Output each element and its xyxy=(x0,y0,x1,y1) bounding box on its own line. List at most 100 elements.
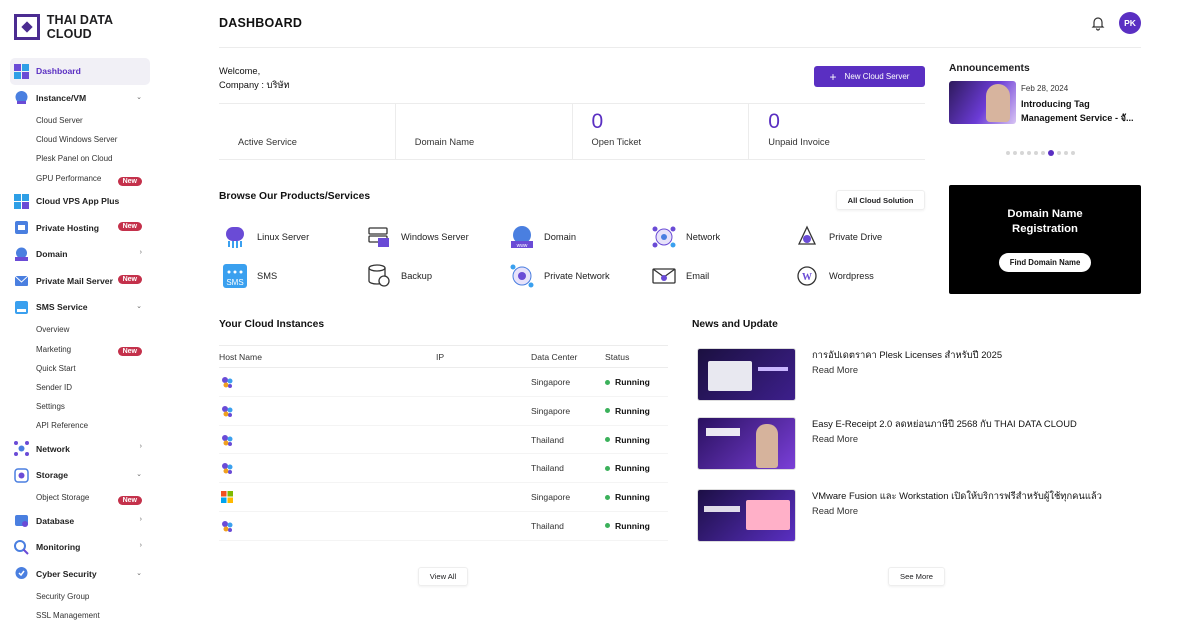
new-cloud-server-button[interactable]: + New Cloud Server xyxy=(814,66,925,87)
table-row[interactable]: Thailand Running xyxy=(219,426,668,455)
carousel-dot[interactable] xyxy=(1013,151,1017,155)
sidebar-subitem-gpu-performance[interactable]: GPU Performance New xyxy=(10,169,150,188)
product-backup[interactable]: Backup xyxy=(366,263,432,289)
read-more-link[interactable]: Read More xyxy=(812,506,858,516)
status-dot-icon xyxy=(605,494,610,500)
svg-text:SMS: SMS xyxy=(226,278,243,287)
sidebar-subitem-label: Object Storage xyxy=(36,493,90,503)
sms-icon: SMS xyxy=(222,263,248,289)
product-domain[interactable]: www Domain xyxy=(509,224,576,250)
sidebar-item-instance-vm[interactable]: Instance/VM ⌄ xyxy=(10,85,150,112)
view-all-button[interactable]: View All xyxy=(418,567,468,586)
sidebar-item-dashboard[interactable]: Dashboard xyxy=(10,58,150,85)
news-item[interactable]: Easy E-Receipt 2.0 ลดหย่อนภาษีปี 2568 กั… xyxy=(697,417,1147,474)
logo-mark-icon xyxy=(14,14,40,40)
table-row[interactable]: Singapore Running xyxy=(219,368,668,397)
find-domain-name-button[interactable]: Find Domain Name xyxy=(999,253,1091,272)
sidebar-item-monitoring[interactable]: Monitoring › xyxy=(10,534,150,561)
sidebar-item-storage[interactable]: Storage ⌄ xyxy=(10,462,150,489)
carousel-dot[interactable] xyxy=(1071,151,1075,155)
sidebar-subitem-quick-start[interactable]: Quick Start xyxy=(10,359,150,378)
sidebar-item-private-mail-server[interactable]: Private Mail Server New xyxy=(10,267,150,294)
see-more-button[interactable]: See More xyxy=(888,567,945,586)
brand-name: THAI DATA CLOUD xyxy=(46,13,113,41)
announcement-title[interactable]: Introducing Tag Management Service - จั.… xyxy=(1021,97,1143,125)
product-email[interactable]: Email xyxy=(651,263,709,289)
stats-panel: Active Service Domain Name 0 Open Ticket… xyxy=(219,103,925,160)
sidebar-subitem-api-reference[interactable]: API Reference xyxy=(10,416,150,435)
stat-unpaid-invoice[interactable]: 0 Unpaid Invoice xyxy=(749,104,925,159)
table-row[interactable]: Thailand Running xyxy=(219,454,668,484)
product-private-drive[interactable]: Private Drive xyxy=(794,224,882,250)
read-more-link[interactable]: Read More xyxy=(812,434,858,444)
sidebar-item-cyber-security[interactable]: Cyber Security ⌄ xyxy=(10,561,150,588)
sidebar-subitem-plesk-panel[interactable]: Plesk Panel on Cloud xyxy=(10,149,150,168)
sidebar-subitem-cloud-windows-server[interactable]: Cloud Windows Server xyxy=(10,130,150,149)
new-cloud-server-label: New Cloud Server xyxy=(844,72,910,81)
sidebar-item-label: Private Hosting xyxy=(36,222,100,233)
product-linux-server[interactable]: Linux Server xyxy=(222,224,309,250)
sidebar-subitem-settings[interactable]: Settings xyxy=(10,397,150,416)
sidebar-item-database[interactable]: Database › xyxy=(10,508,150,535)
carousel-dot[interactable] xyxy=(1048,150,1054,156)
product-sms[interactable]: SMS SMS xyxy=(222,263,277,289)
sidebar-subitem-security-group[interactable]: Security Group xyxy=(10,587,150,606)
vps-app-icon xyxy=(14,193,29,209)
status-label: Running xyxy=(615,434,650,445)
read-more-link[interactable]: Read More xyxy=(812,365,858,375)
new-badge: New xyxy=(117,176,142,186)
announcement-date: Feb 28, 2024 xyxy=(1021,84,1069,93)
sidebar-subitem-object-storage[interactable]: Object Storage New xyxy=(10,488,150,507)
product-private-network[interactable]: Private Network xyxy=(509,263,610,289)
avatar[interactable]: PK xyxy=(1119,12,1141,34)
carousel-dot[interactable] xyxy=(1034,151,1038,155)
news-item[interactable]: การอัปเดตราคา Plesk Licenses สำหรับปี 20… xyxy=(697,348,1147,405)
cyber-security-icon xyxy=(14,566,29,581)
carousel-dot[interactable] xyxy=(1020,151,1024,155)
news-item-title: Easy E-Receipt 2.0 ลดหย่อนภาษีปี 2568 กั… xyxy=(812,418,1077,429)
sidebar-subitem-marketing[interactable]: Marketing New xyxy=(10,339,150,358)
sidebar-subitem-sender-id[interactable]: Sender ID xyxy=(10,378,150,397)
sidebar-subitem-cloud-server[interactable]: Cloud Server xyxy=(10,111,150,130)
carousel-dots[interactable] xyxy=(1006,150,1075,156)
status-label: Running xyxy=(615,520,650,531)
table-row[interactable]: Thailand Running xyxy=(219,512,668,541)
instances-table: Host Name IP Data Center Status Singapor… xyxy=(219,345,668,541)
stat-open-ticket[interactable]: 0 Open Ticket xyxy=(573,104,750,159)
sidebar-item-network[interactable]: Network › xyxy=(10,435,150,462)
table-row[interactable]: Singapore Running xyxy=(219,483,668,512)
carousel-dot[interactable] xyxy=(1057,151,1061,155)
status-dot-icon xyxy=(605,523,610,529)
bell-icon[interactable] xyxy=(1090,15,1106,31)
domain-registration-card: Domain Name Registration Find Domain Nam… xyxy=(949,185,1141,294)
status-label: Running xyxy=(615,377,650,387)
sidebar-item-domain[interactable]: Domain › xyxy=(10,241,150,268)
sidebar-item-cloud-vps-app-plus[interactable]: Cloud VPS App Plus xyxy=(10,188,150,215)
news-item[interactable]: VMware Fusion และ Workstation เปิดให้บริ… xyxy=(697,489,1147,546)
welcome-greeting: Welcome, xyxy=(219,66,261,76)
linux-os-icon xyxy=(221,434,233,446)
carousel-dot[interactable] xyxy=(1027,151,1031,155)
sidebar-subitem-overview[interactable]: Overview xyxy=(10,320,150,339)
carousel-dot[interactable] xyxy=(1006,151,1010,155)
product-network[interactable]: Network xyxy=(651,224,720,250)
stat-active-service[interactable]: Active Service xyxy=(219,104,396,159)
announcement-image[interactable] xyxy=(949,81,1016,124)
sidebar-item-private-hosting[interactable]: Private Hosting New xyxy=(10,214,150,241)
database-icon xyxy=(14,513,29,528)
status-cell: Running xyxy=(605,463,650,473)
windows-server-icon xyxy=(366,224,392,250)
stat-domain-name[interactable]: Domain Name xyxy=(396,104,573,159)
carousel-dot[interactable] xyxy=(1041,151,1045,155)
product-wordpress[interactable]: W Wordpress xyxy=(794,263,874,289)
sidebar-item-sms-service[interactable]: SMS Service ⌄ xyxy=(10,294,150,321)
brand-logo[interactable]: THAI DATA CLOUD xyxy=(14,13,160,41)
linux-server-icon xyxy=(222,224,248,250)
instance-icon xyxy=(14,90,29,105)
sidebar-subitem-ssl-management[interactable]: SSL Management xyxy=(10,606,150,622)
table-row[interactable]: Singapore Running xyxy=(219,397,668,426)
product-windows-server[interactable]: Windows Server xyxy=(366,224,469,250)
data-center-cell: Thailand xyxy=(531,520,564,531)
carousel-dot[interactable] xyxy=(1064,151,1068,155)
all-cloud-solution-button[interactable]: All Cloud Solution xyxy=(836,190,925,210)
